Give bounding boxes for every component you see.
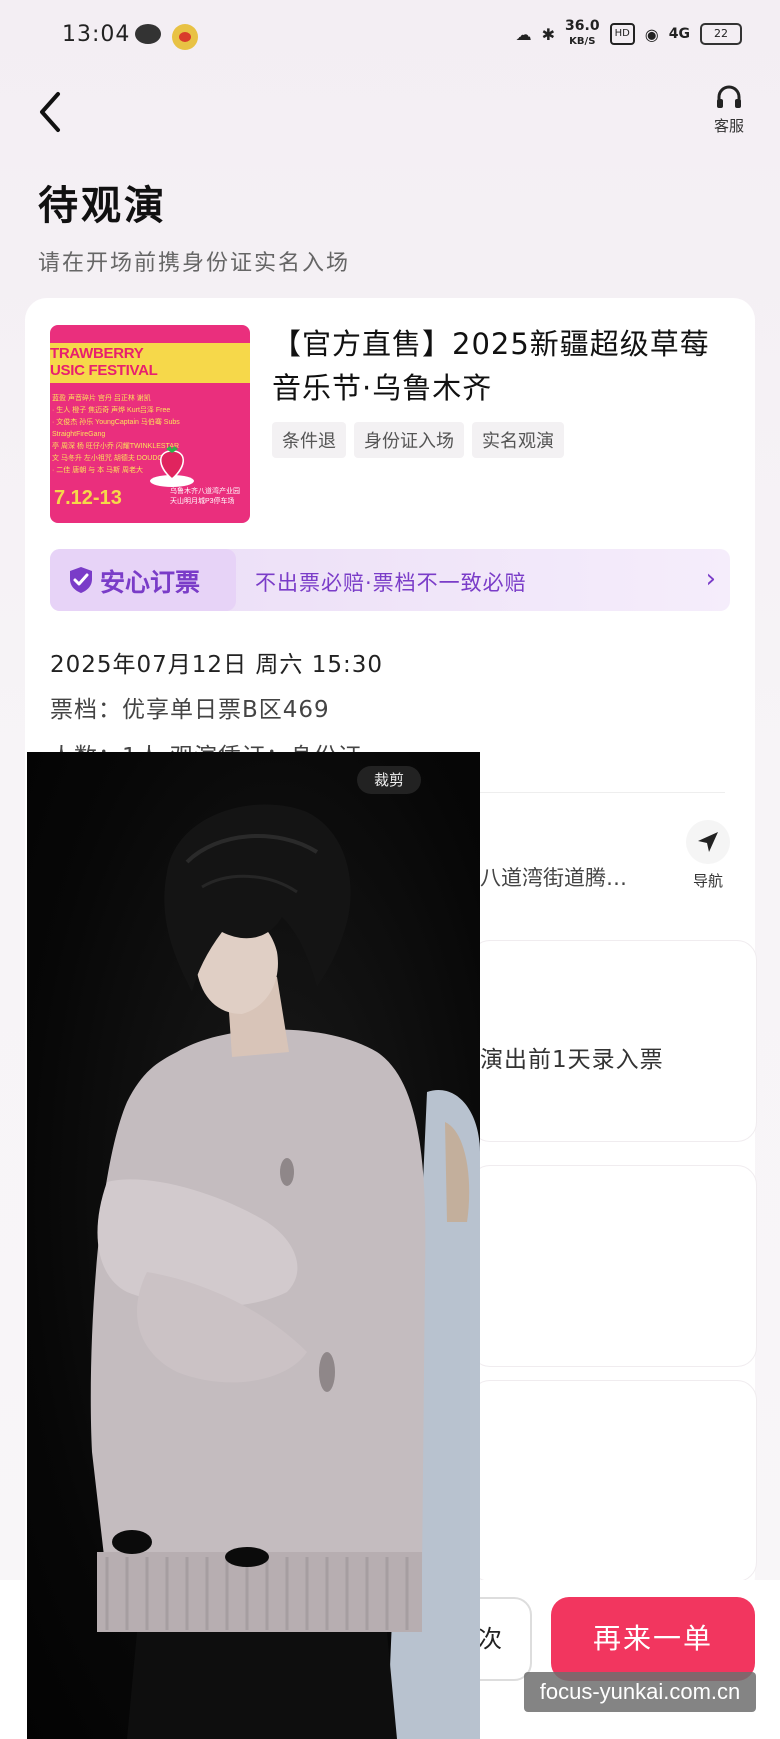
network-speed: 36.0 KB/S	[565, 19, 600, 49]
venue-address[interactable]: 八道湾街道腾…	[480, 862, 627, 892]
divider	[480, 792, 725, 793]
bluetooth-icon: ✱	[541, 24, 556, 44]
event-title[interactable]: 【官方直售】2025新疆超级草莓音乐节·乌鲁木齐	[272, 322, 712, 410]
headset-icon	[715, 85, 743, 111]
poster-date: 7.12-13	[54, 487, 122, 509]
wechat-icon	[135, 24, 161, 44]
wifi-icon: ◉	[644, 24, 659, 44]
page-title: 待观演	[38, 183, 167, 229]
event-tags: 条件退 身份证入场 实名观演	[272, 422, 564, 458]
poster-lineup-line: · 文俊杰 孙乐 YoungCaptain 马伯骞 Subs	[52, 419, 180, 426]
page-subtitle: 请在开场前携身份证实名入场	[38, 251, 351, 276]
event-poster[interactable]: TRAWBERRY USIC FESTIVAL 蓝盈 声音碎片 宫丹 吕正林 谢…	[50, 325, 250, 523]
signal-icon: 4G	[668, 26, 690, 42]
info-card	[470, 1165, 757, 1367]
service-label: 客服	[713, 117, 744, 135]
back-button[interactable]	[30, 90, 70, 140]
poster-lineup-line: StraightFireGang	[52, 431, 106, 438]
shield-icon	[70, 567, 92, 593]
ticket-entry-note: 演出前1天录入票	[480, 1047, 664, 1073]
navigation-label: 导航	[692, 872, 723, 890]
network-speed-unit: KB/S	[569, 36, 596, 47]
navigation-button[interactable]: 导航	[682, 820, 734, 890]
tag-real-name: 实名观演	[472, 422, 564, 458]
poster-lineup-line: · 生人 橙子 焦迈奇 声烨 Kurt吕泽 Free	[52, 407, 171, 414]
strawberry-icon	[150, 446, 194, 487]
weibo-icon	[172, 24, 198, 50]
overlay-photo: 裁剪	[27, 752, 480, 1739]
order-tier: 票档：优享单日票B区469	[50, 697, 330, 723]
customer-service-button[interactable]: 客服	[700, 85, 758, 147]
crop-button[interactable]: 裁剪	[357, 766, 421, 794]
assurance-bar[interactable]: 安心订票 不出票必赔·票档不一致必赔 ›	[50, 549, 730, 611]
poster-title-line1: TRAWBERRY	[50, 345, 144, 362]
watermark: focus-yunkai.com.cn	[524, 1672, 756, 1712]
cloud-icon: ☁	[515, 24, 532, 44]
status-time: 13:04	[62, 22, 131, 47]
poster-lineup-line: 蓝盈 声音碎片 宫丹 吕正林 谢凯	[52, 395, 151, 402]
reorder-button[interactable]: 再来一单	[551, 1597, 755, 1681]
chevron-right-icon: ›	[705, 564, 716, 594]
chevron-left-icon	[40, 92, 60, 132]
person-photo	[90, 804, 480, 1739]
network-speed-value: 36.0	[565, 18, 600, 34]
status-indicators: ☁ ✱ 36.0 KB/S HD ◉ 4G 22	[516, 18, 742, 50]
status-bar: 13:04 ☁ ✱ 36.0 KB/S HD ◉ 4G 22	[0, 0, 780, 70]
assurance-description: 不出票必赔·票档不一致必赔	[255, 571, 527, 595]
hd-icon: HD	[609, 23, 635, 45]
tag-refund: 条件退	[272, 422, 346, 458]
info-card	[470, 1380, 757, 1582]
tag-id-entry: 身份证入场	[354, 422, 464, 458]
assurance-badge: 安心订票	[50, 549, 236, 611]
battery-icon: 22	[700, 23, 742, 45]
poster-title: TRAWBERRY USIC FESTIVAL	[50, 345, 250, 379]
assurance-label: 安心订票	[100, 568, 201, 597]
poster-title-line2: USIC FESTIVAL	[50, 362, 158, 379]
order-detail-page: 13:04 ☁ ✱ 36.0 KB/S HD ◉ 4G 22 客服 待观演 请在…	[0, 0, 780, 1739]
navigation-circle	[686, 820, 730, 864]
navigation-arrow-icon	[698, 832, 718, 852]
poster-venue: 乌鲁木齐八道湾产业园 天山明月城P3停车场	[170, 488, 240, 505]
order-datetime: 2025年07月12日 周六 15:30	[50, 652, 383, 678]
